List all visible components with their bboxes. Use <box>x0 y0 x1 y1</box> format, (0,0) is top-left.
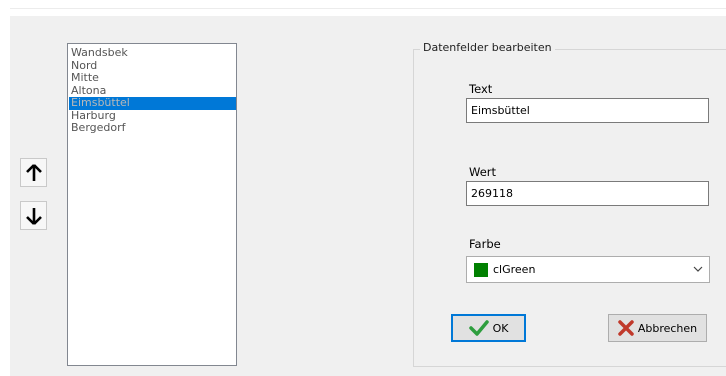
farbe-label: Farbe <box>469 237 501 251</box>
list-item[interactable]: Mitte <box>69 71 236 85</box>
cancel-button[interactable]: Abbrechen <box>608 314 707 342</box>
arrow-up-icon <box>25 163 42 181</box>
arrow-down-icon <box>25 207 42 225</box>
color-swatch <box>474 262 488 277</box>
color-select[interactable]: clGreen <box>466 256 710 283</box>
cancel-label: Abbrechen <box>637 321 698 335</box>
wert-label: Wert <box>469 165 497 179</box>
checkmark-icon <box>468 320 489 336</box>
list-item[interactable]: Wandsbek <box>69 46 236 60</box>
list-item-selected[interactable]: Eimsbüttel <box>69 96 236 110</box>
text-label: Text <box>469 82 493 96</box>
wert-field[interactable] <box>466 181 709 206</box>
chevron-down-icon <box>693 266 703 272</box>
district-listbox[interactable]: Wandsbek Nord Mitte Altona Eimsbüttel Ha… <box>67 43 237 366</box>
text-field[interactable] <box>466 98 709 123</box>
move-down-button[interactable] <box>20 201 47 230</box>
color-select-value: clGreen <box>493 263 536 276</box>
list-item[interactable]: Bergedorf <box>69 121 236 135</box>
groupbox-title: Datenfelder bearbeiten <box>420 41 555 54</box>
move-up-button[interactable] <box>20 158 47 187</box>
top-divider <box>10 8 726 9</box>
close-icon <box>618 320 634 336</box>
ok-button[interactable]: OK <box>451 314 526 342</box>
ok-label: OK <box>492 321 509 335</box>
